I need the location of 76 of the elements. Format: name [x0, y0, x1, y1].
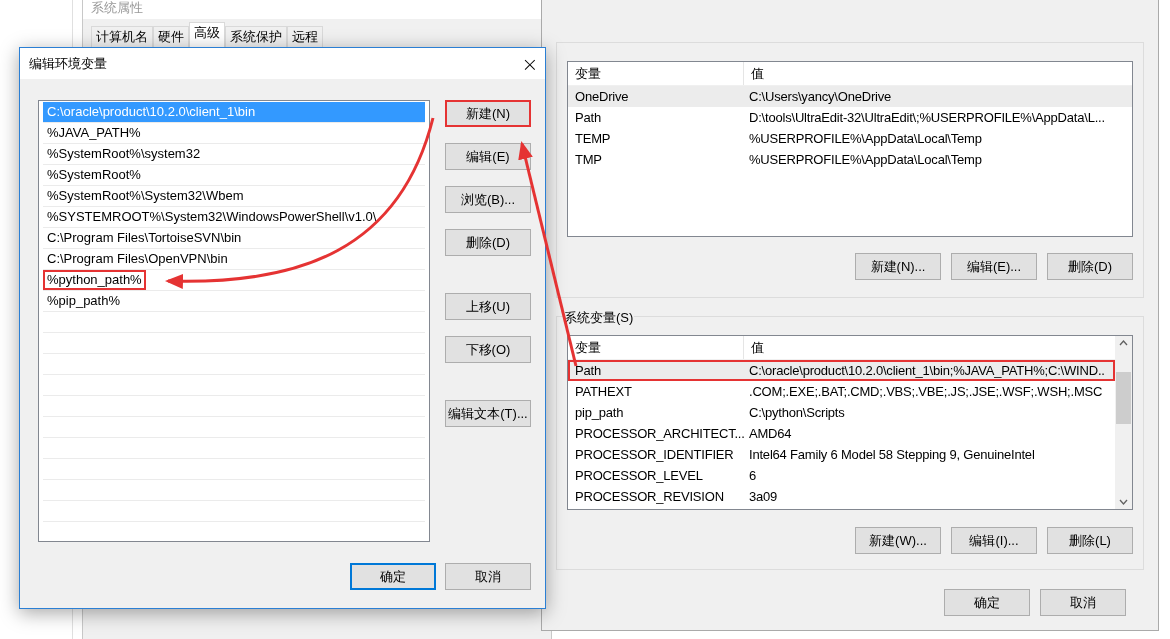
- table-cell-text: Intel64 Family 6 Model 58 Stepping 9, GenuineIntel: [748, 445, 1036, 464]
- table-cell-text: D:\tools\UltraEdit-32\UltraEdit\;%USERPROFILE%\AppData\L...: [748, 108, 1106, 127]
- window-title: 系统属性: [91, 0, 143, 18]
- dialog-button[interactable]: 取消: [445, 563, 531, 590]
- table-cell-text: OneDrive: [574, 87, 630, 106]
- table-cell-text: PATHEXT: [574, 382, 633, 401]
- dialog-button[interactable]: 编辑(E)...: [951, 253, 1037, 280]
- table-cell-text: PROCESSOR_IDENTIFIER: [574, 445, 735, 464]
- list-item[interactable]: C:\Program Files\OpenVPN\bin: [43, 249, 232, 269]
- dialog-button[interactable]: 确定: [944, 589, 1030, 616]
- table-row[interactable]: PROCESSOR_IDENTIFIER Intel64 Family 6 Model 58 Stepping 9, GenuineIntel: [568, 444, 1115, 465]
- column-header[interactable]: 变量: [568, 336, 744, 359]
- dialog-button[interactable]: 编辑(I)...: [951, 527, 1037, 554]
- dialog-button[interactable]: 上移(U): [445, 293, 531, 320]
- table-cell-text: C:\Users\yancy\OneDrive: [748, 87, 893, 106]
- scroll-up-icon[interactable]: [1119, 340, 1128, 346]
- list-item[interactable]: %SYSTEMROOT%\System32\WindowsPowerShell\v1.0\: [43, 207, 381, 227]
- column-header[interactable]: 变量: [568, 62, 744, 85]
- tab[interactable]: 远程: [287, 26, 323, 48]
- table-row[interactable]: TMP %USERPROFILE%\AppData\Local\Temp: [568, 149, 1132, 170]
- table-cell-text: pip_path: [574, 403, 625, 422]
- dialog-title: 编辑环境变量: [29, 54, 107, 73]
- table-cell-text: TMP: [574, 150, 603, 169]
- tab[interactable]: 系统保护: [225, 26, 287, 48]
- table-cell-text: PROCESSOR_LEVEL: [574, 466, 704, 485]
- group-label: 系统变量(S): [563, 308, 635, 328]
- table-row[interactable]: PATHEXT .COM;.EXE;.BAT;.CMD;.VBS;.VBE;.JS;.JSE;.WSF;.WSH;.MSC: [568, 381, 1115, 402]
- dialog-button[interactable]: 浏览(B)...: [445, 186, 531, 213]
- table-cell-text: 6: [748, 466, 758, 485]
- dialog-button[interactable]: 删除(D): [445, 229, 531, 256]
- table-cell-text: Path: [574, 361, 602, 380]
- dialog-button[interactable]: 删除(D): [1047, 253, 1133, 280]
- close-button[interactable]: ×: [515, 48, 545, 79]
- tab[interactable]: 计算机名: [91, 26, 153, 48]
- dialog-button[interactable]: 取消: [1040, 589, 1126, 616]
- list-item[interactable]: %SystemRoot%: [43, 165, 145, 185]
- dialog-button[interactable]: 编辑文本(T)...: [445, 400, 531, 427]
- table-row[interactable]: Path D:\tools\UltraEdit-32\UltraEdit\;%USERPROFILE%\AppData\L...: [568, 107, 1132, 128]
- list-item[interactable]: %SystemRoot%\System32\Wbem: [43, 186, 248, 206]
- table-cell-text: PROCESSOR_REVISION: [574, 487, 725, 506]
- dialog-button[interactable]: 编辑(E): [445, 143, 531, 170]
- dialog-button[interactable]: 新建(N)...: [855, 253, 941, 280]
- table-row[interactable]: Path C:\oracle\product\10.2.0\client_1\bin;%JAVA_PATH%;C:\WIND..: [568, 360, 1115, 381]
- column-header[interactable]: 值: [744, 62, 1132, 85]
- tab[interactable]: 高级: [189, 22, 225, 48]
- scrollbar-thumb[interactable]: [1116, 371, 1131, 424]
- table-row[interactable]: TEMP %USERPROFILE%\AppData\Local\Temp: [568, 128, 1132, 149]
- table-row[interactable]: pip_path C:\python\Scripts: [568, 402, 1115, 423]
- table-cell-text: Path: [574, 108, 602, 127]
- list-item[interactable]: %SystemRoot%\system32: [43, 144, 205, 164]
- dialog-button[interactable]: 下移(O): [445, 336, 531, 363]
- scroll-down-icon[interactable]: [1119, 499, 1128, 505]
- dialog-button[interactable]: 确定: [350, 563, 436, 590]
- table-row[interactable]: OneDrive C:\Users\yancy\OneDrive: [568, 86, 1132, 107]
- column-header[interactable]: 值: [744, 336, 1115, 359]
- dialog-button[interactable]: 新建(W)...: [855, 527, 941, 554]
- table-cell-text: %USERPROFILE%\AppData\Local\Temp: [748, 150, 983, 169]
- scrollbar[interactable]: [1115, 336, 1132, 509]
- dialog-button[interactable]: 删除(L): [1047, 527, 1133, 554]
- table-cell-text: C:\python\Scripts: [748, 403, 846, 422]
- table-cell-text: 3a09: [748, 487, 779, 506]
- list-item[interactable]: C:\Program Files\TortoiseSVN\bin: [43, 228, 246, 248]
- table-cell-text: .COM;.EXE;.BAT;.CMD;.VBS;.VBE;.JS;.JSE;.WSF;.WSH;.MSC: [748, 382, 1104, 401]
- table-row[interactable]: PROCESSOR_REVISION 3a09: [568, 486, 1115, 507]
- table-cell-text: TEMP: [574, 129, 612, 148]
- list-item[interactable]: %pip_path%: [43, 291, 124, 311]
- list-item[interactable]: %python_path%: [43, 270, 146, 290]
- tab[interactable]: 硬件: [153, 26, 189, 48]
- table-cell-text: %USERPROFILE%\AppData\Local\Temp: [748, 129, 983, 148]
- table-cell-text: AMD64: [748, 424, 793, 443]
- table-cell-text: C:\oracle\product\10.2.0\client_1\bin;%JAVA_PATH%;C:\WIND..: [748, 361, 1106, 380]
- table-row[interactable]: PROCESSOR_LEVEL 6: [568, 465, 1115, 486]
- list-item[interactable]: %JAVA_PATH%: [43, 123, 145, 143]
- table-cell-text: PROCESSOR_ARCHITECT...: [574, 424, 744, 443]
- dialog-button[interactable]: 新建(N): [445, 100, 531, 127]
- table-row[interactable]: PROCESSOR_ARCHITECT... AMD64: [568, 423, 1115, 444]
